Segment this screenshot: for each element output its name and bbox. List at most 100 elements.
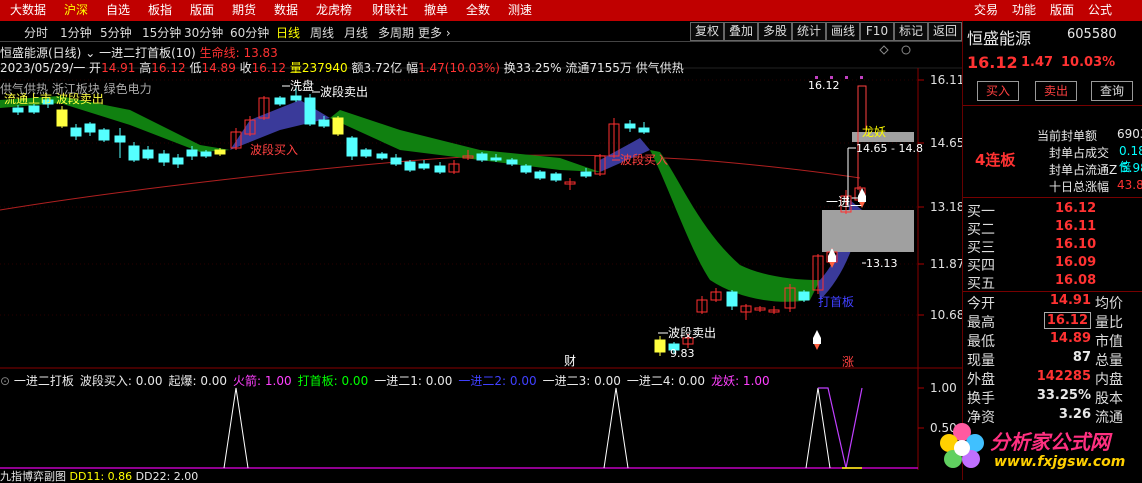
menu-right-item-0[interactable]: 交易 <box>974 2 998 18</box>
rocket-signal-line <box>818 387 863 469</box>
stat-value: 14.89 <box>1049 331 1091 346</box>
settings-circle-icon[interactable]: ⊙ <box>0 374 14 388</box>
stat-label-2: 市值 <box>1095 334 1123 350</box>
low-value: 14.89 <box>201 61 236 75</box>
candle-body <box>418 163 430 169</box>
price-axis-label: 14.65 <box>930 136 962 150</box>
menu-right-item-1[interactable]: 功能 <box>1012 2 1036 18</box>
stat-label: 现量 <box>967 353 995 369</box>
wave-buy-label: 波段买入 <box>250 142 298 157</box>
sell-button[interactable]: 卖出 <box>1035 81 1077 101</box>
candle-body <box>142 149 154 159</box>
stat-label: 今开 <box>967 296 995 312</box>
high-price-label: 16.12 <box>808 79 840 92</box>
candle-body <box>304 97 316 125</box>
bid-price: 16.10 <box>1055 237 1097 252</box>
candle-body <box>550 173 562 181</box>
stat-value: 33.25% <box>1036 388 1091 403</box>
wave-sell-label: 波段卖出 <box>668 325 716 340</box>
stat-row: 换手 33.25% 股本 <box>963 388 1142 407</box>
watermark: 分析家公式网 www.fxjgsw.com <box>932 418 1142 480</box>
ten-day-value: 43.80 <box>1117 178 1142 192</box>
candle-body <box>624 123 636 129</box>
candle-body <box>520 165 532 173</box>
seal-flow-value: 5.98 <box>1121 161 1142 175</box>
green-ribbon <box>330 110 600 172</box>
bid-row[interactable]: 买一 16.12 <box>963 201 1142 220</box>
indicator-name[interactable]: 一进二打板 <box>14 374 74 388</box>
candle-body <box>114 135 126 143</box>
flower-logo-icon <box>940 423 984 468</box>
candle-body <box>506 159 518 165</box>
sub-indicator-label[interactable]: 九指博弈副图 <box>0 470 66 483</box>
candle-body <box>28 105 40 113</box>
bid-price: 16.09 <box>1055 255 1097 270</box>
stat-label: 最低 <box>967 334 995 350</box>
ohlc-line: 2023/05/29/一 开14.91 高16.12 低14.89 收16.12… <box>0 59 684 76</box>
buy-button[interactable]: 买入 <box>977 81 1019 101</box>
stat-row: 今开 14.91 均价 <box>963 293 1142 312</box>
hit-board-label: 打首板 <box>818 295 854 309</box>
date-label: 2023/05/29/一 <box>0 61 86 75</box>
panel-price: 16.12 <box>967 53 1018 72</box>
stat-row: 最高 16.12 量比 <box>963 312 1142 331</box>
indicator-value-1: 起爆: 0.00 <box>168 374 228 388</box>
query-button[interactable]: 查询 <box>1091 81 1133 101</box>
candle-body <box>654 339 666 353</box>
high-label: 高 <box>139 61 152 75</box>
divider <box>963 197 1142 198</box>
indicator-value-8: 龙妖: 1.00 <box>711 374 770 388</box>
bid-row[interactable]: 买五 16.08 <box>963 273 1142 292</box>
indicator-legend: ⊙ 一进二打板 波段买入: 0.00 起爆: 0.00 火箭: 1.00 打首板: 0.… <box>0 372 770 389</box>
finance-marker: 财 <box>564 354 576 368</box>
bid-price: 16.08 <box>1055 273 1097 288</box>
candle-body <box>390 157 402 165</box>
ten-day-label: 十日总涨幅 <box>1049 180 1110 194</box>
bid-price: 16.12 <box>1055 201 1097 216</box>
candle-body <box>70 127 82 137</box>
low-price-label: 9.83 <box>670 347 695 360</box>
indicator-value-0: 波段买入: 0.00 <box>79 374 163 388</box>
candle-body <box>172 157 184 165</box>
signal-spike <box>603 387 629 469</box>
candle-body <box>214 149 226 155</box>
seal-amount-value: 6903 <box>1117 127 1142 141</box>
panel-pct: 10.03% <box>1061 55 1116 70</box>
candle-body <box>274 97 286 105</box>
indicator-value-4: 一进二1: 0.00 <box>374 374 453 388</box>
price-axis-label: 16.11 <box>930 73 962 87</box>
stock-name-label: 恒盛能源(日线) <box>0 46 82 60</box>
indicator-value-3: 打首板: 0.00 <box>297 374 369 388</box>
bid-label: 买五 <box>967 276 995 292</box>
candle-body <box>186 149 198 157</box>
rocket-icon <box>813 330 821 344</box>
bid-label: 买二 <box>967 222 995 238</box>
bid-row[interactable]: 买四 16.09 <box>963 255 1142 274</box>
concept-line: 供气供热 浙江板块 绿色电力 <box>0 82 152 96</box>
divider <box>963 291 1142 292</box>
candle-body <box>98 129 110 141</box>
turnover-value: 换33.25% <box>503 61 562 75</box>
green-ribbon <box>650 150 820 302</box>
close-label: 收 <box>239 61 252 75</box>
formula-name[interactable]: 一进二打首板(10) <box>99 46 196 60</box>
price-axis-label: 10.68 <box>930 308 962 322</box>
signal-spike <box>805 387 831 469</box>
menu-right-item-3[interactable]: 公式 <box>1088 2 1112 18</box>
chevron-down-icon[interactable]: ⌄ <box>85 46 95 60</box>
range-box <box>822 210 914 252</box>
signal-spike <box>223 387 249 469</box>
wash-label: 洗盘 <box>290 78 314 93</box>
bid-row[interactable]: 买二 16.11 <box>963 219 1142 238</box>
candle-body <box>490 157 502 161</box>
limit-up-marker: 涨 <box>842 354 854 369</box>
diamond-icon <box>879 45 889 55</box>
amount-value: 额3.72亿 <box>351 61 403 75</box>
bid-row[interactable]: 买三 16.10 <box>963 237 1142 256</box>
stat-value: 14.91 <box>1049 293 1091 308</box>
stat-value: 87 <box>1072 350 1091 365</box>
signal-dot <box>860 76 863 79</box>
candle-body <box>360 149 372 157</box>
menu-right-item-2[interactable]: 版面 <box>1050 2 1074 18</box>
seal-amount-label: 当前封单额 <box>1037 129 1098 143</box>
